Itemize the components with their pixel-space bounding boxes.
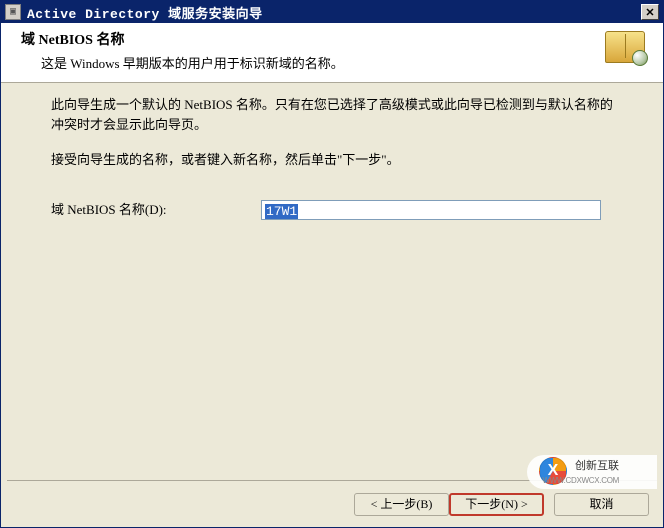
- back-button[interactable]: < 上一步(B): [354, 493, 449, 516]
- netbios-label: 域 NetBIOS 名称(D):: [51, 200, 261, 220]
- app-icon: ▣: [5, 4, 21, 20]
- wizard-footer: < 上一步(B) 下一步(N) > 取消: [1, 481, 663, 527]
- netbios-input[interactable]: 17W1: [261, 200, 601, 220]
- next-button[interactable]: 下一步(N) >: [449, 493, 544, 516]
- wizard-header: 域 NetBIOS 名称 这是 Windows 早期版本的用户用于标识新域的名称…: [1, 23, 663, 83]
- book-icon: [605, 31, 649, 75]
- wizard-window: ▣ Active Directory 域服务安装向导 ✕ 域 NetBIOS 名…: [0, 0, 664, 528]
- info-paragraph-1: 此向导生成一个默认的 NetBIOS 名称。只有在您已选择了高级模式或此向导已检…: [51, 95, 613, 134]
- page-subtitle: 这是 Windows 早期版本的用户用于标识新域的名称。: [41, 53, 653, 72]
- cancel-button[interactable]: 取消: [554, 493, 649, 516]
- netbios-input-value: 17W1: [265, 204, 298, 219]
- titlebar: ▣ Active Directory 域服务安装向导 ✕: [1, 1, 663, 23]
- close-button[interactable]: ✕: [641, 4, 659, 20]
- netbios-field-row: 域 NetBIOS 名称(D): 17W1: [51, 200, 613, 220]
- wizard-body: 此向导生成一个默认的 NetBIOS 名称。只有在您已选择了高级模式或此向导已检…: [1, 83, 663, 481]
- info-paragraph-2: 接受向导生成的名称，或者键入新名称，然后单击"下一步"。: [51, 150, 613, 170]
- page-title: 域 NetBIOS 名称: [21, 29, 653, 49]
- window-title: Active Directory 域服务安装向导: [27, 3, 639, 22]
